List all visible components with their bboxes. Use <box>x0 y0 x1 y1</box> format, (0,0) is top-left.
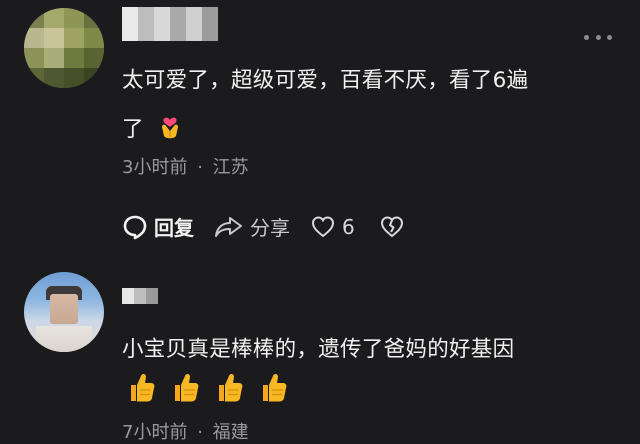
avatar[interactable] <box>24 8 104 88</box>
broken-heart-icon <box>380 215 403 237</box>
reply-label: 回复 <box>154 216 194 240</box>
more-dot-icon <box>584 34 589 40</box>
dislike-button[interactable] <box>379 215 405 239</box>
comment-meta: 3小时前 · 江苏 <box>122 153 249 179</box>
share-label: 分享 <box>250 216 290 240</box>
thumbs-up-icon <box>263 374 287 402</box>
more-options-button[interactable] <box>584 30 612 44</box>
comment-text: 太可爱了，超级可爱，百看不厌，看了6遍 <box>122 68 529 93</box>
heart-outline-icon <box>311 215 335 237</box>
heart-hands-emoji-icon <box>161 117 178 139</box>
share-arrow-icon <box>215 216 242 237</box>
username-blurred[interactable] <box>122 288 158 304</box>
reply-button[interactable]: 回复 <box>122 212 194 241</box>
emoji-row <box>126 370 288 404</box>
location: 江苏 <box>212 157 249 178</box>
reply-bubble-icon <box>123 215 147 239</box>
thumbs-up-icon <box>131 374 155 402</box>
like-count: 6 <box>342 214 355 239</box>
comment-text: 小宝贝真是棒棒的，遗传了爸妈的好基因 <box>122 337 515 362</box>
comment-text-continued: 了 <box>122 114 183 141</box>
timestamp: 7小时前 <box>122 422 188 443</box>
like-button[interactable]: 6 <box>310 215 355 239</box>
comment-actions: 回复 分享 6 <box>122 212 425 241</box>
comment-meta: 7小时前 · 福建 <box>122 418 249 444</box>
username-blurred[interactable] <box>122 7 218 41</box>
thumbs-up-icon <box>175 374 199 402</box>
more-dot-icon <box>595 34 601 40</box>
separator: · <box>197 157 203 178</box>
share-button[interactable]: 分享 <box>214 212 290 241</box>
timestamp: 3小时前 <box>122 157 188 178</box>
thumbs-up-icon <box>219 374 243 402</box>
separator: · <box>197 422 203 443</box>
location: 福建 <box>212 422 249 443</box>
avatar[interactable] <box>24 272 104 352</box>
more-dot-icon <box>607 34 612 40</box>
